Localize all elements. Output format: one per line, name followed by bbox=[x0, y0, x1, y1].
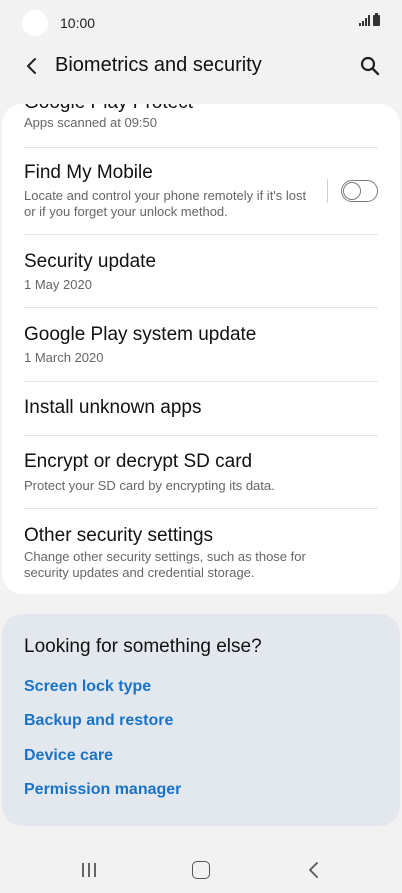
list-item-title: Security update bbox=[24, 251, 157, 272]
back-icon[interactable] bbox=[306, 860, 322, 880]
list-item-title: Other security settings bbox=[24, 525, 214, 546]
list-item-title: Encrypt or decrypt SD card bbox=[24, 451, 253, 472]
list-item-install-unknown-apps[interactable]: Install unknown apps bbox=[2, 382, 400, 435]
camera-cutout bbox=[22, 10, 48, 36]
search-icon[interactable] bbox=[358, 54, 382, 78]
link-device-care[interactable]: Device care bbox=[24, 747, 113, 765]
home-icon[interactable] bbox=[192, 861, 210, 879]
list-item-subtitle: 1 March 2020 bbox=[24, 350, 104, 365]
list-item-subtitle: Protect your SD card by encrypting its d… bbox=[24, 478, 275, 493]
link-backup-and-restore[interactable]: Backup and restore bbox=[24, 712, 173, 730]
recents-icon[interactable] bbox=[80, 862, 98, 878]
app-bar: Biometrics and security bbox=[0, 48, 402, 88]
back-arrow-icon[interactable] bbox=[20, 54, 44, 78]
suggestions-card: Looking for something else? Screen lock … bbox=[2, 614, 400, 826]
list-item-subtitle: 1 May 2020 bbox=[24, 277, 92, 292]
list-item-subtitle: Apps scanned at 09:50 bbox=[24, 115, 157, 130]
list-item-security-update[interactable]: Security update 1 May 2020 bbox=[2, 235, 400, 307]
find-my-mobile-toggle[interactable] bbox=[341, 180, 378, 202]
status-bar: 10:00 bbox=[0, 0, 402, 48]
list-item-other-security-settings[interactable]: Other security settings Change other sec… bbox=[2, 509, 400, 594]
list-item-title: Google Play system update bbox=[24, 324, 257, 345]
suggestions-heading: Looking for something else? bbox=[24, 636, 262, 657]
list-item-title: Google Play Protect bbox=[24, 104, 193, 114]
toggle-knob bbox=[342, 181, 361, 200]
signal-icon bbox=[359, 15, 370, 26]
list-item-encrypt-sd-card[interactable]: Encrypt or decrypt SD card Protect your … bbox=[2, 436, 400, 508]
list-item-subtitle: Change other security settings, such as … bbox=[24, 549, 306, 580]
battery-icon bbox=[373, 13, 380, 26]
settings-list-card: Google Play Protect Apps scanned at 09:5… bbox=[2, 104, 400, 594]
navigation-bar bbox=[0, 848, 402, 893]
link-screen-lock-type[interactable]: Screen lock type bbox=[24, 678, 151, 696]
list-item-subtitle: Locate and control your phone remotely i… bbox=[24, 188, 307, 219]
status-icons bbox=[359, 13, 380, 26]
status-time: 10:00 bbox=[60, 15, 96, 31]
toggle-separator bbox=[327, 179, 328, 203]
list-item-title: Find My Mobile bbox=[24, 162, 153, 183]
link-permission-manager[interactable]: Permission manager bbox=[24, 781, 181, 799]
page-title: Biometrics and security bbox=[55, 54, 262, 76]
list-item-title: Install unknown apps bbox=[24, 397, 202, 418]
list-item-google-play-system-update[interactable]: Google Play system update 1 March 2020 bbox=[2, 308, 400, 381]
